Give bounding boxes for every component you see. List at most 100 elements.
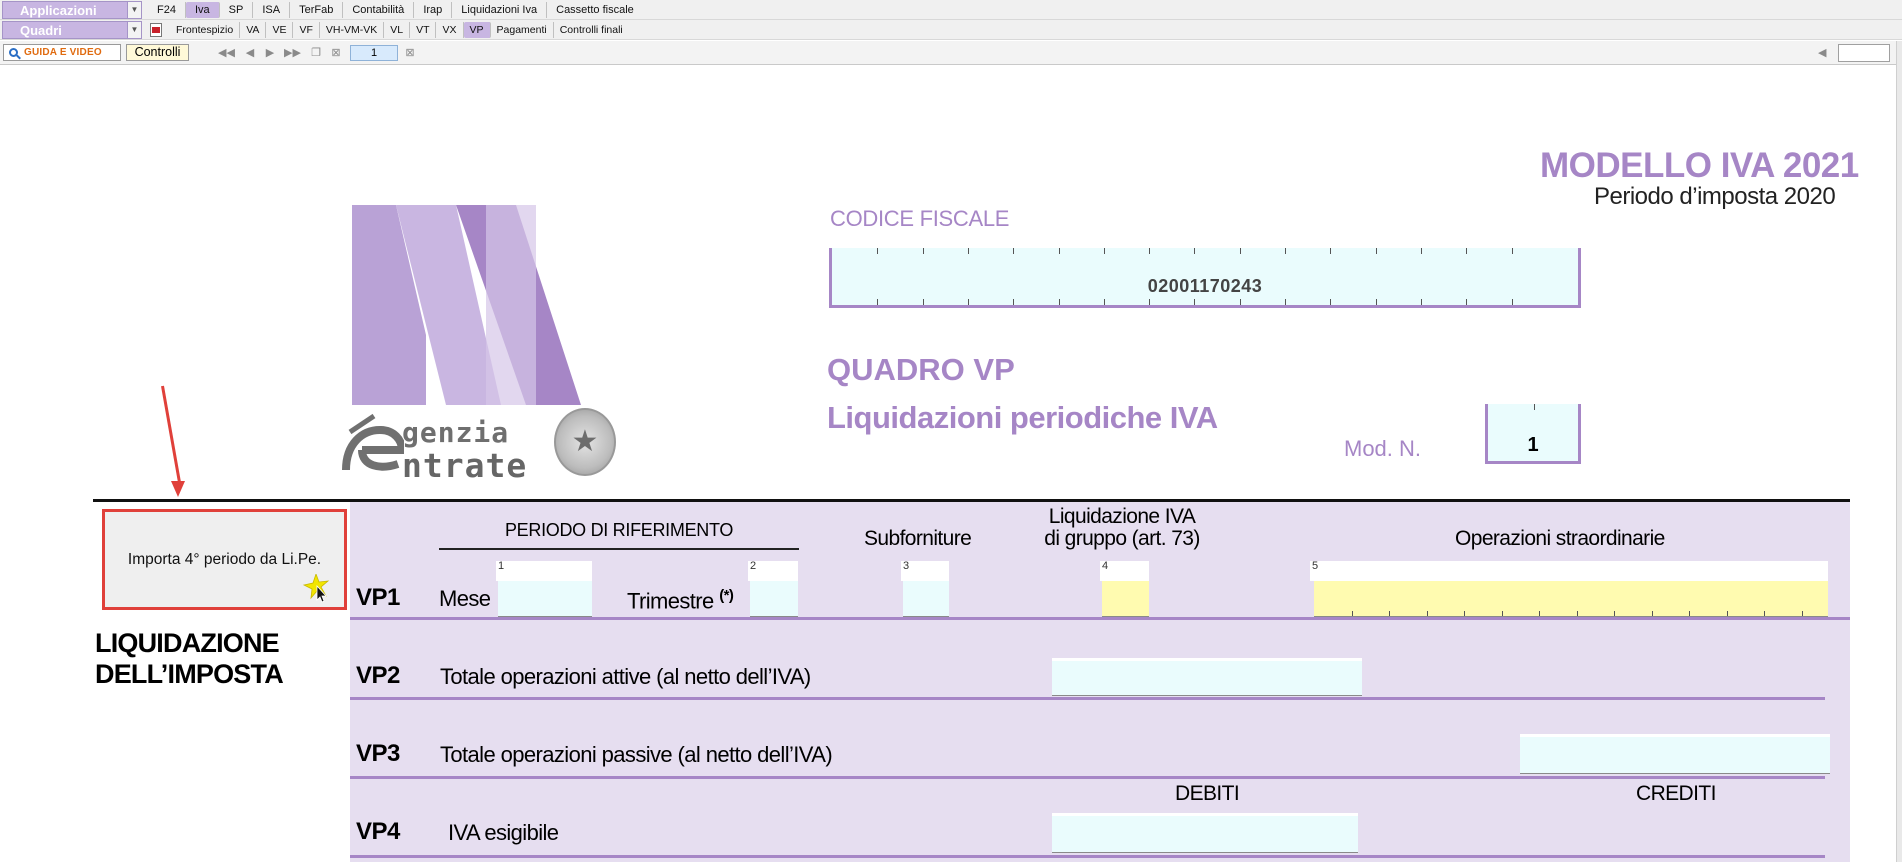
- delete-page-icon[interactable]: ⊠: [328, 46, 344, 60]
- last-page-icon[interactable]: ▶▶: [284, 46, 301, 60]
- section-title-line-2: DELL’IMPOSTA: [95, 659, 284, 689]
- guida-e-video-button[interactable]: GUIDA E VIDEO: [3, 44, 121, 61]
- quadri-tab-vx[interactable]: VX: [436, 22, 464, 38]
- codice-fiscale-field[interactable]: 02001170243: [829, 248, 1581, 308]
- liquidazione-gruppo-header-line-1: Liquidazione IVA: [1048, 505, 1196, 528]
- periodo-riferimento-header: PERIODO DI RIFERIMENTO: [504, 520, 734, 540]
- tick-mark: [1466, 299, 1467, 305]
- liquidazione-gruppo-header-line-2: di gruppo (art. 73): [1044, 527, 1200, 550]
- chevron-down-icon[interactable]: ▼: [127, 22, 141, 38]
- quadri-tab-pagamenti[interactable]: Pagamenti: [491, 22, 554, 38]
- agenzia-text: genzia: [402, 416, 510, 449]
- vp1-mese-field[interactable]: [498, 581, 592, 617]
- vertical-scrollbar[interactable]: [1896, 41, 1902, 862]
- tick-mark: [1194, 299, 1195, 305]
- import-periodo-label: Importa 4° periodo da Li.Pe.: [127, 550, 322, 568]
- quadri-tab-vh-vm-vk[interactable]: VH-VM-VK: [320, 22, 385, 38]
- applications-dropdown[interactable]: Applicazioni ▼: [2, 1, 142, 19]
- vp1-trimestre-note: (*): [719, 587, 734, 604]
- entrate-text: ntrate: [402, 446, 528, 485]
- controlli-button[interactable]: Controlli: [126, 44, 189, 61]
- periodo-imposta: Periodo d’imposta 2020: [1594, 183, 1836, 210]
- vp2-row-line: [350, 697, 1825, 700]
- page-number-field[interactable]: 1: [350, 45, 398, 61]
- modello-title: MODELLO IVA 2021: [1540, 146, 1859, 185]
- quadro-subtitle: Liquidazioni periodiche IVA: [827, 400, 1218, 435]
- quadri-tab-frontespizio[interactable]: Frontespizio: [170, 22, 241, 38]
- search-field[interactable]: [1838, 44, 1890, 62]
- quadri-tab-vf[interactable]: VF: [293, 22, 320, 38]
- field-4-number: 4: [1102, 560, 1109, 572]
- next-page-icon[interactable]: ▶: [262, 46, 278, 60]
- previous-page-icon[interactable]: ◀: [242, 46, 258, 60]
- quadri-tab-vp[interactable]: VP: [463, 22, 491, 38]
- remove-page-icon[interactable]: ⊠: [402, 46, 418, 60]
- app-tab-irap[interactable]: Irap: [414, 2, 453, 18]
- vp1-trimestre-field[interactable]: [750, 581, 798, 617]
- republic-emblem-icon: [554, 408, 616, 476]
- tick-mark: [1149, 299, 1150, 305]
- quadri-tab-va[interactable]: VA: [240, 22, 267, 38]
- quadri-tab-controlli-finali[interactable]: Controlli finali: [554, 22, 629, 38]
- mod-n-label: Mod. N.: [1344, 436, 1422, 461]
- tick-mark: [877, 299, 878, 305]
- first-page-icon[interactable]: ◀◀: [218, 46, 235, 60]
- vp1-liquidazione-gruppo-field[interactable]: [1102, 581, 1149, 617]
- vp3-field[interactable]: [1520, 734, 1830, 774]
- applications-menu-bar: Applicazioni ▼ F24 Iva SP ISA TerFab Contabil…: [0, 0, 1902, 20]
- app-tab-sp[interactable]: SP: [220, 2, 254, 18]
- tick-mark: [1539, 611, 1540, 616]
- tick-mark: [968, 299, 969, 305]
- vp1-mese-label: Mese: [439, 586, 491, 611]
- quadri-tab-ve[interactable]: VE: [266, 22, 294, 38]
- chevron-down-icon[interactable]: ▼: [127, 2, 141, 18]
- search-icon: [9, 48, 18, 57]
- tick-mark: [1389, 611, 1390, 616]
- periodo-riferimento-underline: [439, 548, 799, 550]
- section-title: LIQUIDAZIONE DELL’IMPOSTA: [95, 628, 284, 690]
- quadri-menu-bar: Quadri ▼ Frontespizio VA VE VF VH-VM-VK VL VT V…: [0, 20, 1902, 40]
- quadri-dropdown[interactable]: Quadri ▼: [2, 21, 142, 39]
- field-3-header: 3: [901, 560, 949, 581]
- tick-mark: [1427, 611, 1428, 616]
- quadri-tab-vt[interactable]: VT: [410, 22, 437, 38]
- app-tab-iva[interactable]: Iva: [185, 2, 220, 18]
- codice-fiscale-label: CODICE FISCALE: [830, 206, 1010, 231]
- tick-mark: [923, 299, 924, 305]
- mod-n-value: 1: [1527, 434, 1539, 456]
- tick-mark: [1240, 248, 1241, 254]
- tick-mark: [1512, 299, 1513, 305]
- app-tab-terfab[interactable]: TerFab: [290, 2, 344, 18]
- vp2-code: VP2: [356, 662, 400, 689]
- applications-dropdown-label: Applicazioni: [20, 3, 97, 18]
- app-tab-liquidazioni-iva[interactable]: Liquidazioni Iva: [452, 2, 548, 18]
- vp4-debiti-field[interactable]: [1052, 813, 1358, 853]
- app-tab-isa[interactable]: ISA: [253, 2, 291, 18]
- vp1-code: VP1: [356, 584, 400, 611]
- tick-mark: [1104, 299, 1105, 305]
- vp1-subforniture-field[interactable]: [903, 581, 949, 617]
- vp1-operazioni-straordinarie-field[interactable]: [1314, 581, 1828, 617]
- tick-mark: [1013, 299, 1014, 305]
- copy-page-icon[interactable]: ❐: [308, 46, 324, 60]
- app-tab-f24[interactable]: F24: [148, 2, 186, 18]
- pdf-icon[interactable]: [148, 22, 164, 38]
- app-tab-contabilit-[interactable]: Contabilità: [343, 2, 415, 18]
- app-tab-cassetto-fiscale[interactable]: Cassetto fiscale: [547, 2, 643, 18]
- debiti-header: DEBITI: [1175, 782, 1240, 805]
- tick-mark: [1013, 248, 1014, 254]
- tick-mark: [1149, 248, 1150, 254]
- applications-tabs: F24 Iva SP ISA TerFab Contabilità Irap Liquidaz…: [148, 0, 643, 20]
- field-2-header: 2: [748, 560, 798, 581]
- tick-mark: [1466, 248, 1467, 254]
- tick-mark: [1421, 299, 1422, 305]
- scroll-left-icon[interactable]: ◀: [1818, 46, 1826, 59]
- field-3-number: 3: [903, 560, 910, 572]
- tick-mark: [1194, 248, 1195, 254]
- vp2-field[interactable]: [1052, 658, 1362, 696]
- tick-mark: [1352, 611, 1353, 616]
- vp2-label: Totale operazioni attive (al netto dell’…: [440, 664, 811, 689]
- vp3-code: VP3: [356, 740, 400, 767]
- mod-n-field[interactable]: 1: [1485, 404, 1581, 464]
- quadri-tab-vl[interactable]: VL: [384, 22, 411, 38]
